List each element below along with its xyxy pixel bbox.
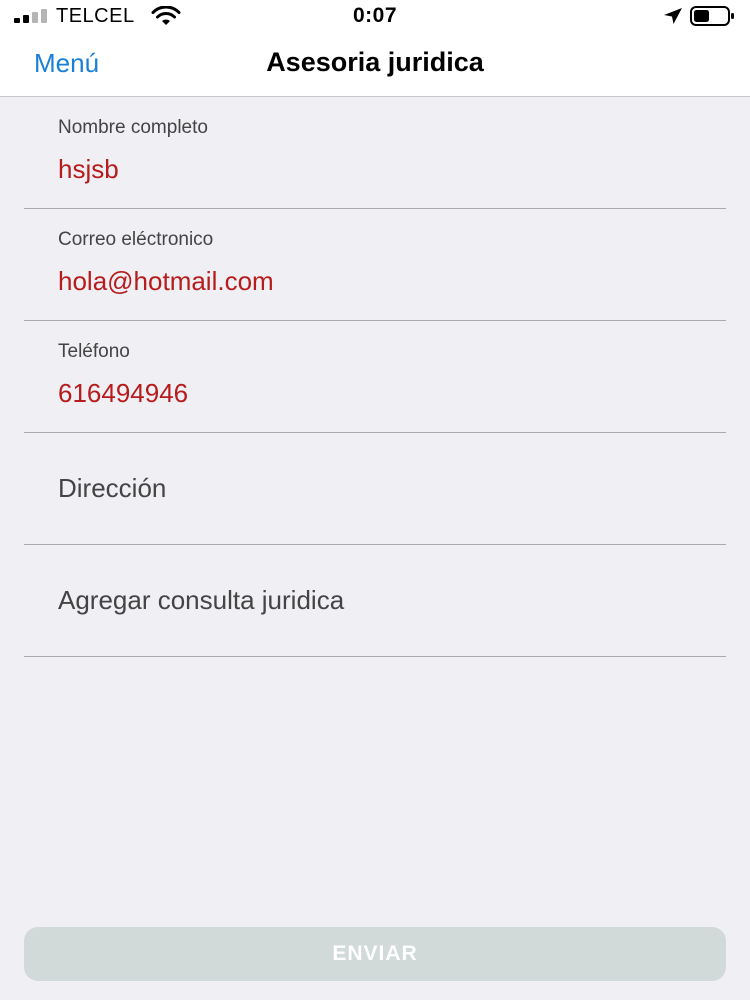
full-name-input[interactable] <box>58 154 698 185</box>
legal-advice-form: Nombre completo Correo eléctronico Teléf… <box>0 97 750 657</box>
status-time: 0:07 <box>352 4 398 27</box>
page-title: Asesoria juridica <box>266 47 484 77</box>
location-arrow-icon <box>664 8 682 24</box>
legal-query-input[interactable] <box>58 545 698 656</box>
navigation-bar: Menú Asesoria juridica <box>0 32 750 97</box>
address-input[interactable] <box>58 433 698 544</box>
email-label: Correo eléctronico <box>58 229 214 250</box>
full-name-label: Nombre completo <box>58 117 208 138</box>
email-input[interactable] <box>58 266 698 297</box>
phone-field[interactable]: Teléfono <box>24 321 726 433</box>
status-bar: TELCEL 0:07 <box>0 0 750 32</box>
submit-button[interactable]: ENVIAR <box>24 927 726 981</box>
legal-query-field[interactable] <box>24 545 726 657</box>
address-field[interactable] <box>24 433 726 545</box>
phone-label: Teléfono <box>58 341 130 362</box>
email-field[interactable]: Correo eléctronico <box>24 209 726 321</box>
phone-input[interactable] <box>58 378 698 409</box>
battery-icon <box>690 6 734 26</box>
full-name-field[interactable]: Nombre completo <box>24 97 726 209</box>
